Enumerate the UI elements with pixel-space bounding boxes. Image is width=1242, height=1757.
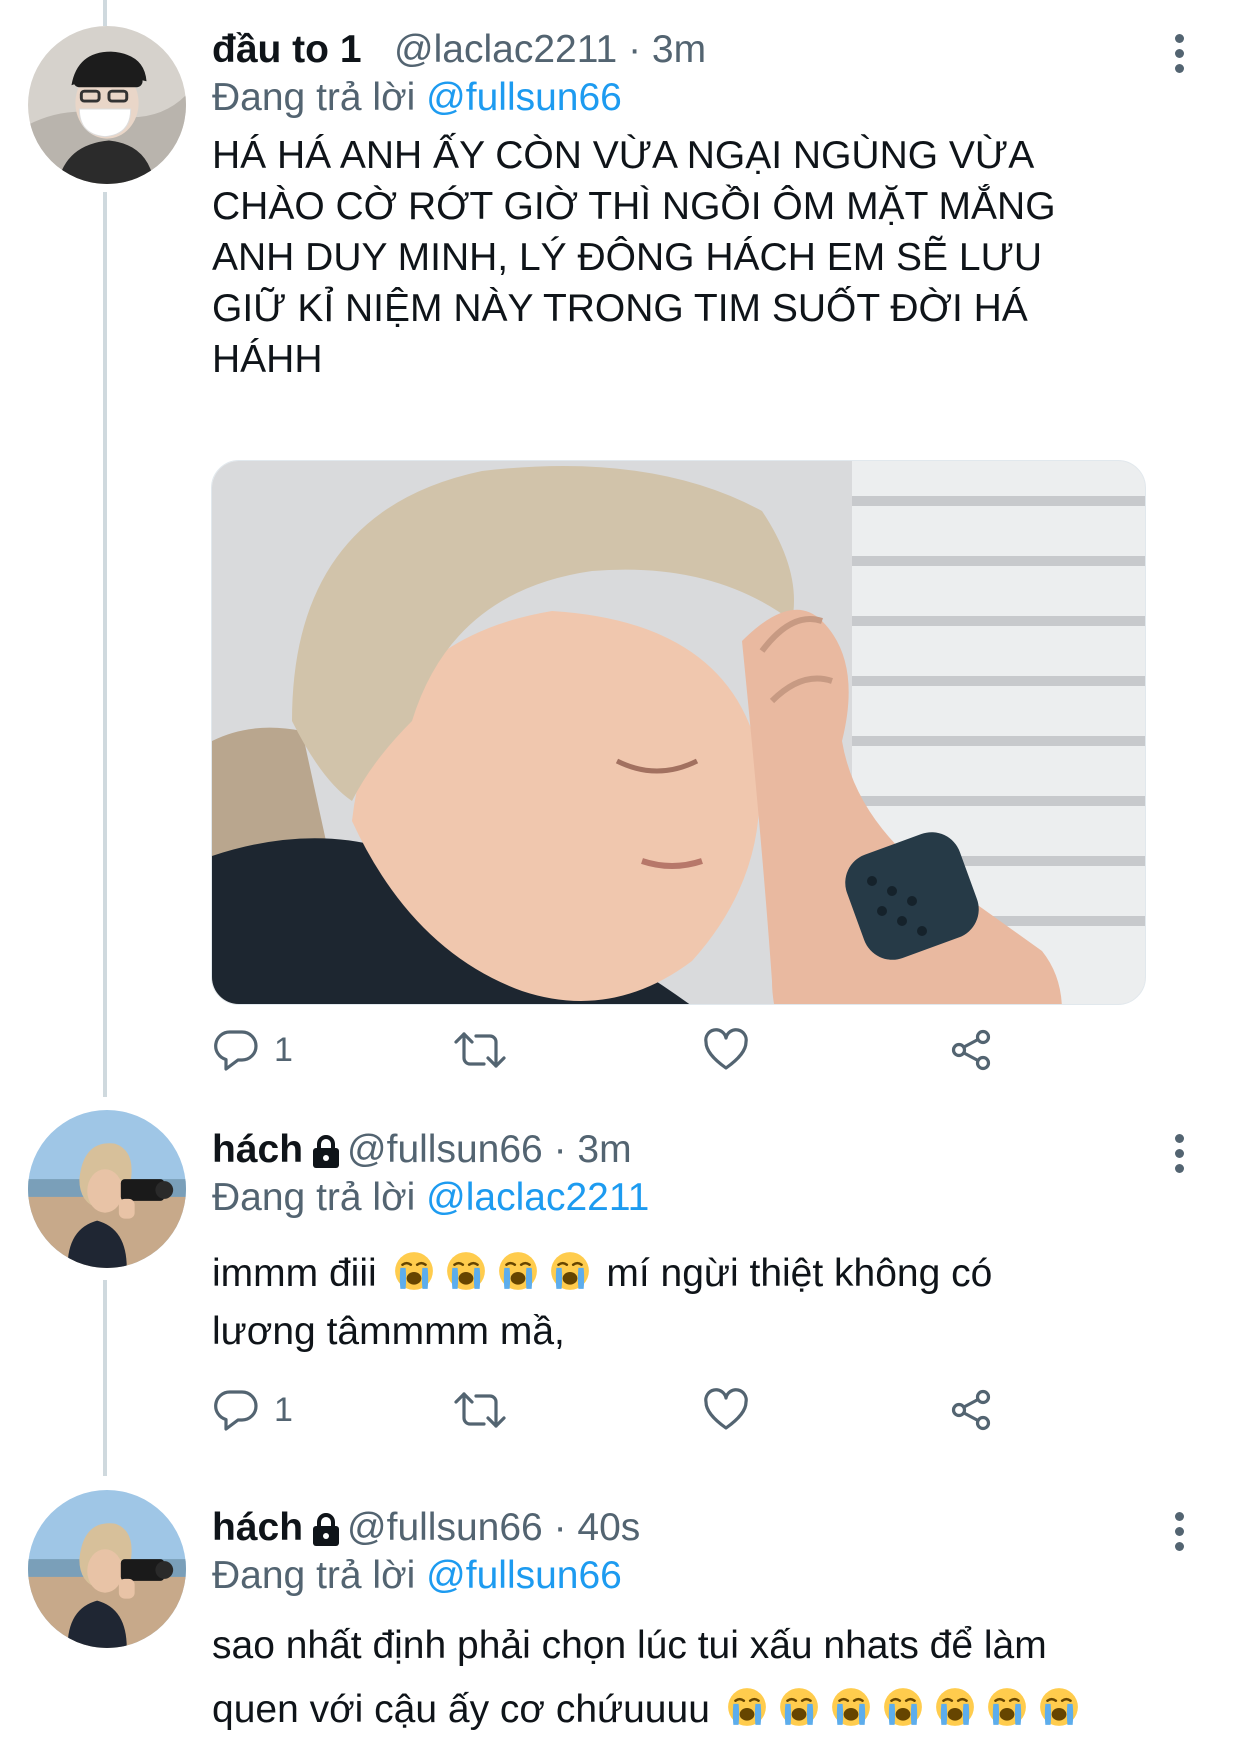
- share-icon: [947, 1386, 995, 1434]
- tweet-text-part: immm điii: [212, 1252, 377, 1295]
- tweet-header: hách @fullsun66 · 40s: [212, 1498, 640, 1558]
- loudly-crying-face-emoji: [830, 1686, 872, 1728]
- avatar[interactable]: [28, 1490, 186, 1648]
- timestamp[interactable]: 3m: [577, 1128, 631, 1171]
- retweet-icon: [452, 1026, 508, 1074]
- tweet-header: đầu to 1 @laclac2211 · 3m: [212, 20, 706, 80]
- display-name[interactable]: hách: [212, 1128, 303, 1171]
- tweet-actions: 1: [212, 1020, 1012, 1080]
- loudly-crying-face-emoji: [986, 1686, 1028, 1728]
- more-vertical-icon[interactable]: [1172, 34, 1186, 74]
- display-name[interactable]: đầu to 1: [212, 28, 362, 71]
- reply-count: 1: [274, 1030, 293, 1069]
- reply-bubble-icon: [212, 1386, 260, 1434]
- avatar[interactable]: [28, 1110, 186, 1268]
- tweet-text-line: HÁ HÁ ANH ẤY CÒN VỪA NGẠI NGÙNG VỪA: [212, 134, 1035, 177]
- tweet-media-image[interactable]: [211, 460, 1146, 1005]
- tweet-text-line: GIỮ KỈ NIỆM NÀY TRONG TIM SUỐT ĐỜI HÁ: [212, 287, 1028, 330]
- more-vertical-icon[interactable]: [1172, 1134, 1186, 1174]
- replying-to-link[interactable]: @laclac2211: [426, 1176, 649, 1219]
- person-with-camera-beach-avatar-icon: [28, 1110, 186, 1268]
- person-covering-face-photo-icon: [212, 461, 1145, 1004]
- tweet-text-line: HÁHH: [212, 338, 323, 381]
- tweet-2[interactable]: hách @fullsun66 · 3m Đang trả lời @laclac…: [0, 1108, 1242, 1488]
- reply-button[interactable]: 1: [212, 1380, 293, 1440]
- display-name[interactable]: hách: [212, 1506, 303, 1549]
- replying-to: Đang trả lời @fullsun66: [212, 72, 622, 124]
- tweet-text-line: quen với cậu ấy cơ chứuuuu: [212, 1678, 1085, 1742]
- loudly-crying-face-emoji: [393, 1250, 435, 1292]
- separator-dot: ·: [628, 28, 652, 71]
- username[interactable]: @fullsun66: [347, 1128, 543, 1171]
- share-button[interactable]: [947, 1380, 995, 1440]
- heart-icon: [702, 1026, 750, 1074]
- tweet-text-line: sao nhất định phải chọn lúc tui xấu nhat…: [212, 1624, 1047, 1667]
- lock-icon: [311, 1135, 341, 1169]
- loudly-crying-face-emoji: [882, 1686, 924, 1728]
- replying-to: Đang trả lời @fullsun66: [212, 1550, 622, 1602]
- tweet-text: HÁ HÁ ANH ẤY CÒN VỪA NGẠI NGÙNG VỪA CHÀO…: [212, 130, 1056, 385]
- username[interactable]: @fullsun66: [347, 1506, 543, 1549]
- replying-to-link[interactable]: @fullsun66: [426, 76, 622, 119]
- replying-to-link[interactable]: @fullsun66: [426, 1554, 622, 1597]
- replying-prefix: Đang trả lời: [212, 76, 416, 119]
- loudly-crying-face-emoji: [445, 1250, 487, 1292]
- tweet-text-line: immm điii mí ngừi thiệt không có: [212, 1245, 992, 1303]
- avatar[interactable]: [28, 26, 186, 184]
- lock-icon: [311, 1513, 341, 1547]
- loudly-crying-face-emoji: [1038, 1686, 1080, 1728]
- replying-prefix: Đang trả lời: [212, 1554, 416, 1597]
- like-button[interactable]: [702, 1380, 750, 1440]
- loudly-crying-face-emoji: [726, 1686, 768, 1728]
- tweet-text-line: CHÀO CỜ RỚT GIỜ THÌ NGỒI ÔM MẶT MẮNG: [212, 185, 1056, 228]
- person-with-camera-beach-avatar-icon: [28, 1490, 186, 1648]
- like-button[interactable]: [702, 1020, 750, 1080]
- tweet-text-part: mí ngừi thiệt không có: [606, 1252, 993, 1295]
- tweet-text: immm điii mí ngừi thiệt không có lương t…: [212, 1245, 992, 1361]
- tweet-header: hách @fullsun66 · 3m: [212, 1120, 632, 1180]
- loudly-crying-face-emoji: [778, 1686, 820, 1728]
- reply-count: 1: [274, 1390, 293, 1429]
- separator-dot: ·: [553, 1506, 578, 1549]
- heart-icon: [702, 1386, 750, 1434]
- reply-button[interactable]: 1: [212, 1020, 293, 1080]
- loudly-crying-face-emoji: [497, 1250, 539, 1292]
- timestamp[interactable]: 40s: [577, 1506, 640, 1549]
- replying-prefix: Đang trả lời: [212, 1176, 416, 1219]
- tweet-text: sao nhất định phải chọn lúc tui xấu nhat…: [212, 1614, 1085, 1742]
- share-button[interactable]: [947, 1020, 995, 1080]
- username[interactable]: @laclac2211: [394, 28, 617, 71]
- reply-bubble-icon: [212, 1026, 260, 1074]
- tweet-1[interactable]: đầu to 1 @laclac2211 · 3m Đang trả lời @…: [0, 20, 1242, 1100]
- replying-to: Đang trả lời @laclac2211: [212, 1172, 649, 1224]
- tweet-text-line: ANH DUY MINH, LÝ ĐÔNG HÁCH EM SẼ LƯU: [212, 236, 1043, 279]
- loudly-crying-face-emoji: [934, 1686, 976, 1728]
- masked-person-black-cap-avatar-icon: [28, 26, 186, 184]
- share-icon: [947, 1026, 995, 1074]
- retweet-icon: [452, 1386, 508, 1434]
- tweet-3[interactable]: hách @fullsun66 · 40s Đang trả lời @fulls…: [0, 1488, 1242, 1757]
- retweet-button[interactable]: [452, 1380, 508, 1440]
- retweet-button[interactable]: [452, 1020, 508, 1080]
- tweet-text-part: quen với cậu ấy cơ chứuuuu: [212, 1688, 710, 1731]
- tweet-actions: 1: [212, 1380, 1012, 1440]
- tweet-text-line: lương tâmmmm mầ,: [212, 1310, 565, 1353]
- separator-dot: ·: [553, 1128, 578, 1171]
- more-vertical-icon[interactable]: [1172, 1512, 1186, 1552]
- timestamp[interactable]: 3m: [652, 28, 706, 71]
- loudly-crying-face-emoji: [549, 1250, 591, 1292]
